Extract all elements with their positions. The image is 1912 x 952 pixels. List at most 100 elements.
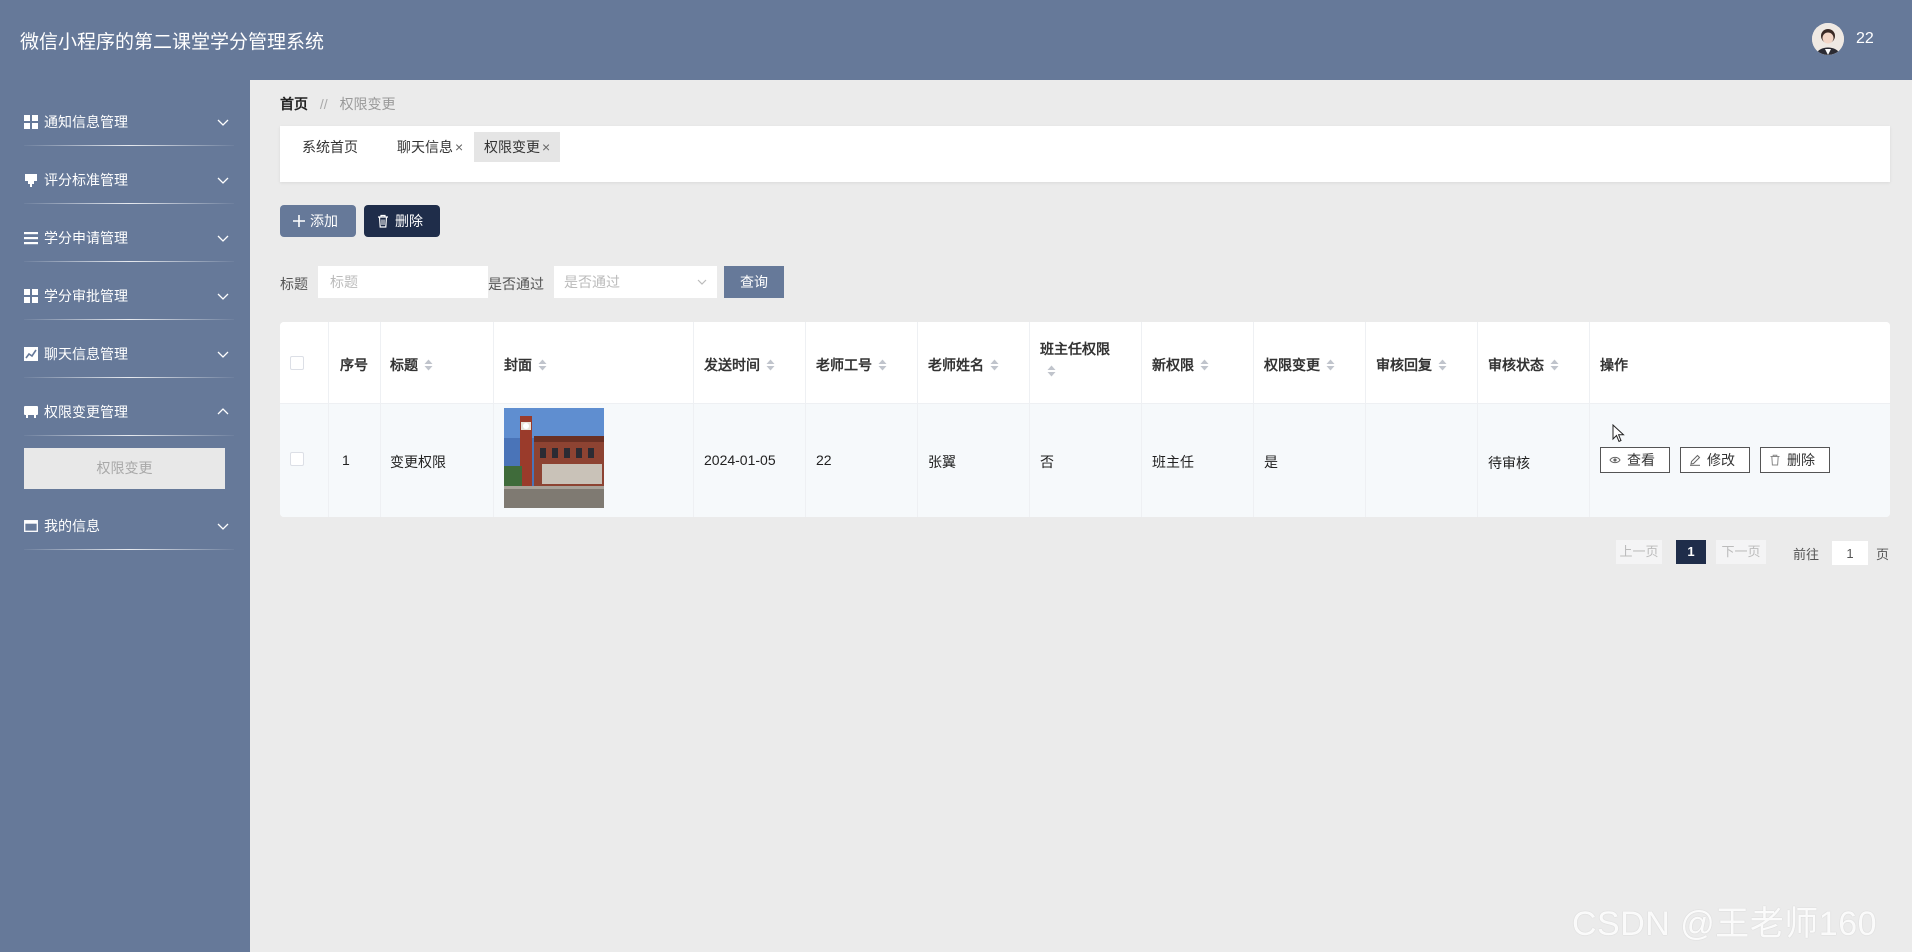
edit-button-label: 修改 — [1707, 452, 1735, 468]
sort-icon[interactable] — [1550, 359, 1559, 371]
sidebar-item-scoring[interactable]: 评分标准管理 — [0, 148, 250, 206]
page-number-1[interactable]: 1 — [1676, 540, 1706, 564]
watermark: CSDN @王老师160 — [1572, 905, 1878, 943]
column-header-cover[interactable]: 封面 — [504, 355, 547, 375]
column-header-send-time[interactable]: 发送时间 — [704, 355, 775, 375]
chevron-down-icon — [217, 177, 229, 184]
pass-select-placeholder: 是否通过 — [564, 274, 620, 290]
tag-permission[interactable]: 权限变更 × — [474, 132, 561, 162]
view-button-label: 查看 — [1627, 452, 1655, 468]
sidebar-item-credit-approve[interactable]: 学分审批管理 — [0, 264, 250, 322]
column-header-teacher-id[interactable]: 老师工号 — [816, 355, 887, 375]
page-jump-input[interactable] — [1832, 541, 1868, 565]
sort-icon[interactable] — [1200, 359, 1209, 371]
query-button[interactable]: 查询 — [724, 266, 784, 298]
edit-button[interactable]: 修改 — [1680, 447, 1750, 473]
sidebar-item-label: 权限变更管理 — [44, 404, 128, 420]
tag-label: 聊天信息 — [397, 139, 453, 155]
tags-bar: 系统首页 聊天信息 × 权限变更 × — [280, 126, 1890, 182]
column-header-title[interactable]: 标题 — [390, 355, 433, 375]
title-search-input[interactable] — [318, 266, 488, 298]
column-header-changed[interactable]: 权限变更 — [1264, 355, 1335, 375]
sort-icon[interactable] — [766, 359, 775, 371]
menu-divider — [24, 145, 234, 146]
cell-status: 待审核 — [1488, 455, 1530, 471]
chevron-down-icon — [217, 293, 229, 300]
cell-send-time: 2024-01-05 — [704, 452, 776, 468]
chart-icon — [24, 347, 38, 361]
menu-divider — [24, 549, 234, 550]
tag-label: 系统首页 — [302, 139, 358, 155]
sidebar-item-notice[interactable]: 通知信息管理 — [0, 90, 250, 148]
user-avatar[interactable] — [1812, 23, 1844, 55]
close-icon[interactable]: × — [455, 139, 463, 155]
username[interactable]: 22 — [1856, 30, 1874, 48]
app-title: 微信小程序的第二课堂学分管理系统 — [20, 32, 325, 53]
pass-select[interactable]: 是否通过 — [554, 266, 717, 298]
column-header-reply[interactable]: 审核回复 — [1376, 355, 1447, 375]
breadcrumb: 首页 // 权限变更 — [280, 94, 396, 114]
edit-icon — [1690, 454, 1701, 466]
top-header: 微信小程序的第二课堂学分管理系统 22 — [0, 0, 1912, 80]
sort-icon[interactable] — [1326, 359, 1335, 371]
menu-divider — [24, 203, 234, 204]
select-all-checkbox[interactable] — [290, 356, 304, 370]
box-icon — [24, 406, 38, 418]
data-table: 序号 标题 封面 发送时间 老师工号 老师姓名 班主任权限 新权限 权限变更 审… — [280, 322, 1890, 517]
trash-icon — [1770, 454, 1780, 466]
pin-icon — [25, 174, 37, 187]
close-icon[interactable]: × — [542, 139, 550, 155]
next-page-button[interactable]: 下一页 — [1716, 540, 1766, 564]
prev-page-button[interactable]: 上一页 — [1616, 540, 1662, 564]
cover-image[interactable] — [504, 408, 604, 508]
column-header-new-permission[interactable]: 新权限 — [1152, 355, 1209, 375]
column-header-teacher-name[interactable]: 老师姓名 — [928, 355, 999, 375]
breadcrumb-home[interactable]: 首页 — [280, 96, 308, 112]
sidebar-item-permission[interactable]: 权限变更管理 — [0, 380, 250, 438]
sort-icon[interactable] — [424, 359, 433, 371]
sort-icon[interactable] — [538, 359, 547, 371]
cell-new-permission: 班主任 — [1152, 454, 1194, 470]
view-button[interactable]: 查看 — [1600, 447, 1670, 473]
sidebar-subitem-permission-change[interactable]: 权限变更 — [24, 448, 225, 489]
row-checkbox[interactable] — [290, 452, 304, 466]
trash-icon — [378, 214, 388, 228]
goto-label: 前往 — [1793, 547, 1820, 562]
breadcrumb-separator: // — [319, 96, 328, 112]
breadcrumb-current: 权限变更 — [339, 96, 396, 112]
column-header-actions: 操作 — [1600, 357, 1628, 373]
sidebar: 通知信息管理 评分标准管理 学分申请管理 学分审批管理 聊天信息管理 权限变更管… — [0, 80, 250, 952]
sort-icon[interactable] — [1047, 365, 1056, 377]
pass-filter-label: 是否通过 — [488, 276, 544, 292]
cell-teacher-id: 22 — [816, 452, 832, 468]
tag-chat[interactable]: 聊天信息 × — [387, 132, 473, 162]
row-delete-button[interactable]: 删除 — [1760, 447, 1830, 473]
tag-label: 权限变更 — [484, 139, 540, 155]
column-header-head-teacher[interactable]: 班主任权限 — [1040, 339, 1110, 379]
add-button[interactable]: 添加 — [280, 205, 356, 237]
cell-head-teacher: 否 — [1040, 454, 1054, 470]
menu-divider — [24, 319, 234, 320]
title-filter-label: 标题 — [280, 276, 308, 292]
delete-button[interactable]: 删除 — [364, 205, 440, 237]
grid-icon — [24, 115, 38, 129]
plus-icon — [293, 215, 305, 227]
sidebar-item-chat[interactable]: 聊天信息管理 — [0, 322, 250, 380]
menu-divider — [24, 435, 234, 436]
chevron-down-icon — [217, 119, 229, 126]
sidebar-item-label: 我的信息 — [44, 518, 100, 534]
chevron-down-icon — [217, 523, 229, 530]
sidebar-item-label: 聊天信息管理 — [44, 346, 128, 362]
sidebar-item-label: 学分申请管理 — [44, 230, 128, 246]
chevron-down-icon — [697, 279, 707, 285]
add-button-label: 添加 — [310, 213, 338, 229]
chevron-up-icon — [217, 408, 229, 415]
sidebar-item-my-info[interactable]: 我的信息 — [0, 494, 250, 552]
column-header-status[interactable]: 审核状态 — [1488, 355, 1559, 375]
sort-icon[interactable] — [878, 359, 887, 371]
sidebar-item-credit-apply[interactable]: 学分申请管理 — [0, 206, 250, 264]
sort-icon[interactable] — [990, 359, 999, 371]
chevron-down-icon — [217, 351, 229, 358]
tag-home[interactable]: 系统首页 — [292, 132, 368, 162]
sort-icon[interactable] — [1438, 359, 1447, 371]
